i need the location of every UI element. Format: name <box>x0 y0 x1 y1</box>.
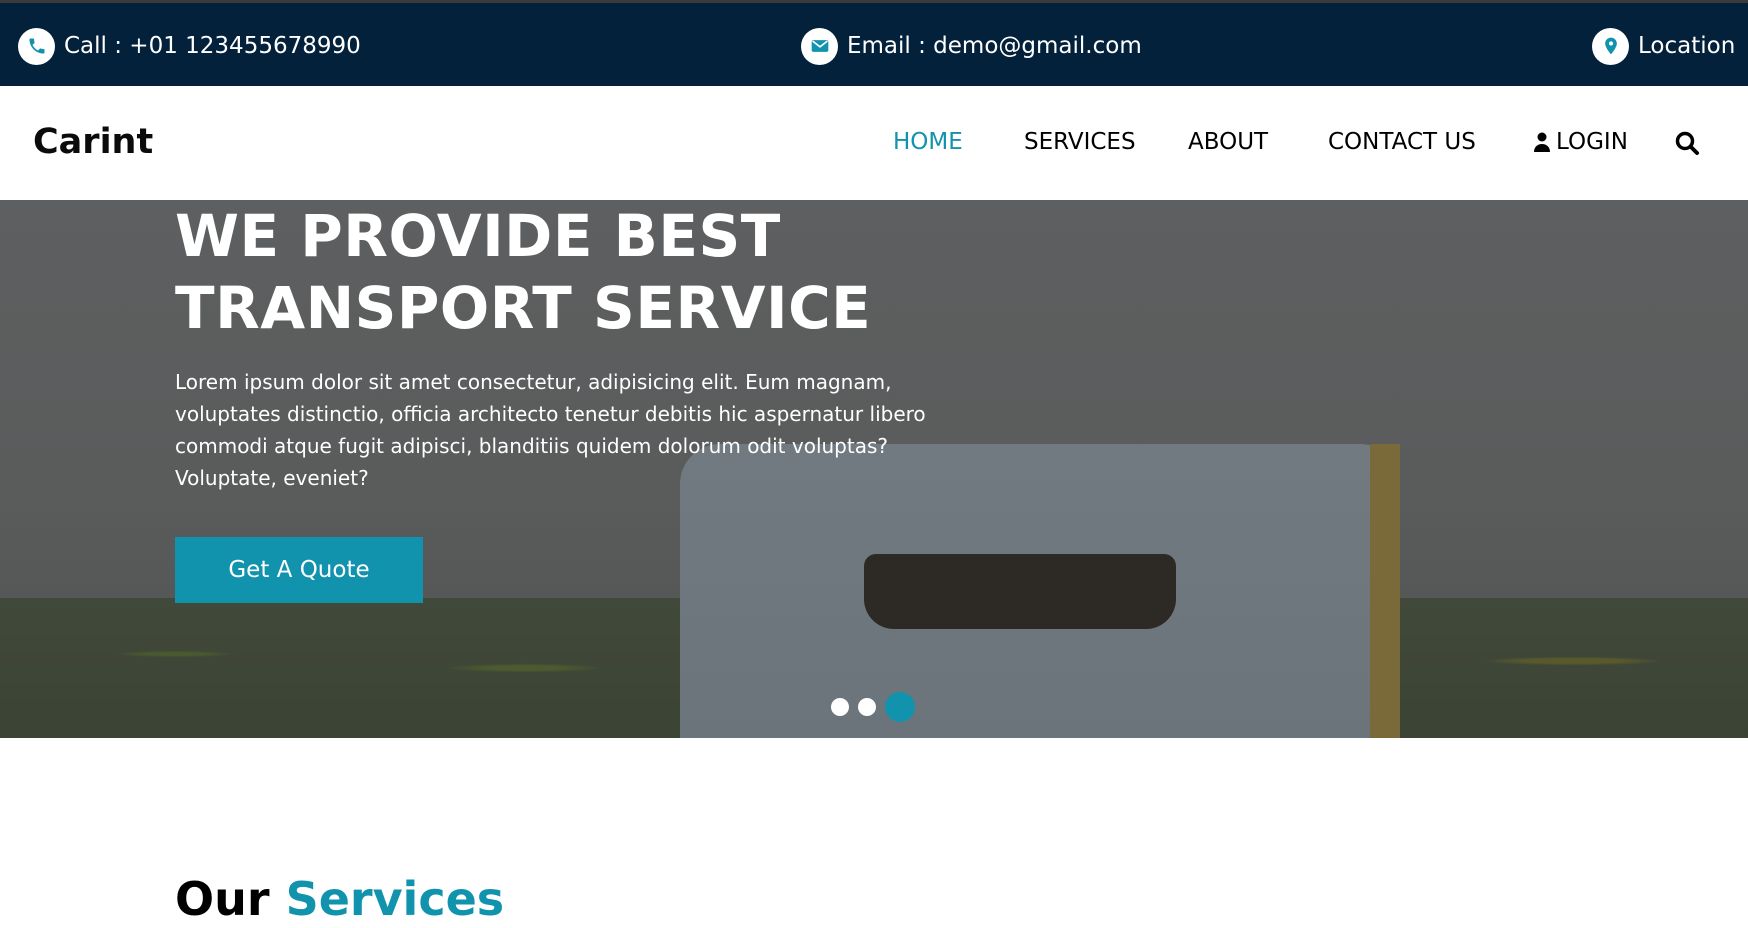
hero-description: Lorem ipsum dolor sit amet consectetur, … <box>175 370 926 490</box>
top-contact-bar: Call : +01 123455678990 Email : demo@gma… <box>0 0 1748 86</box>
slider-dot-3[interactable] <box>885 692 915 722</box>
truck-strip <box>1370 444 1400 738</box>
slider-dots <box>831 692 924 722</box>
services-heading-part2: Services <box>285 872 505 926</box>
hero-title: WE PROVIDE BEST TRANSPORT SERVICE <box>175 200 935 344</box>
phone-icon <box>18 27 55 65</box>
nav-about[interactable]: ABOUT <box>1188 129 1268 155</box>
services-heading-part1: Our <box>175 872 270 926</box>
brand-logo[interactable]: Carint <box>33 122 153 162</box>
hero-slider: WE PROVIDE BEST TRANSPORT SERVICE Lorem … <box>0 200 1748 738</box>
location-text: Location <box>1638 33 1736 59</box>
nav-home[interactable]: HOME <box>893 129 963 155</box>
search-icon[interactable] <box>1674 130 1700 156</box>
map-pin-icon <box>1592 27 1629 65</box>
envelope-icon <box>801 27 838 65</box>
nav-services[interactable]: SERVICES <box>1024 129 1136 155</box>
nav-contact-us[interactable]: CONTACT US <box>1328 129 1476 155</box>
email-text: Email : demo@gmail.com <box>847 33 1142 59</box>
call-text: Call : +01 123455678990 <box>64 33 361 59</box>
slider-dot-1[interactable] <box>831 698 849 716</box>
slider-dot-2[interactable] <box>858 698 876 716</box>
hero-content: WE PROVIDE BEST TRANSPORT SERVICE Lorem … <box>175 200 935 494</box>
call-link[interactable]: Call : +01 123455678990 <box>18 27 361 65</box>
get-a-quote-button[interactable]: Get A Quote <box>175 537 423 603</box>
nav-login[interactable]: LOGIN <box>1534 129 1628 155</box>
services-heading: Our Services <box>175 872 504 926</box>
main-navbar: Carint HOME SERVICES ABOUT CONTACT US LO… <box>0 86 1748 200</box>
user-icon <box>1534 132 1550 152</box>
location-link[interactable]: Location <box>1592 27 1735 65</box>
email-link[interactable]: Email : demo@gmail.com <box>801 27 1142 65</box>
nav-login-label: LOGIN <box>1556 129 1628 155</box>
truck-vent <box>864 554 1176 629</box>
hero-title-line2: TRANSPORT SERVICE <box>175 274 872 342</box>
hero-title-line1: WE PROVIDE BEST <box>175 202 781 270</box>
